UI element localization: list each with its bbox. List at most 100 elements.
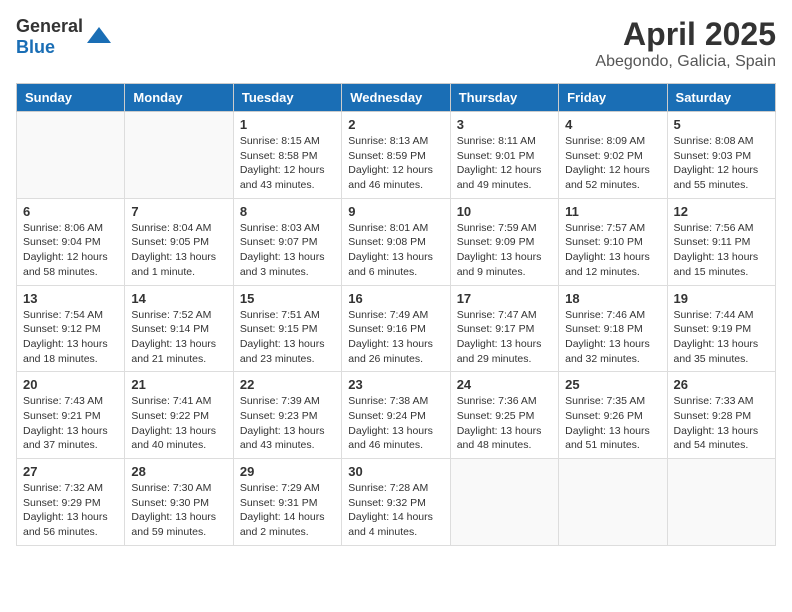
calendar-cell: 18 Sunrise: 7:46 AM Sunset: 9:18 PM Dayli… xyxy=(559,285,667,372)
calendar-cell: 19 Sunrise: 7:44 AM Sunset: 9:19 PM Dayli… xyxy=(667,285,775,372)
calendar-cell: 5 Sunrise: 8:08 AM Sunset: 9:03 PM Daylig… xyxy=(667,112,775,199)
calendar-cell: 4 Sunrise: 8:09 AM Sunset: 9:02 PM Daylig… xyxy=(559,112,667,199)
day-detail: Sunrise: 7:43 AM Sunset: 9:21 PM Dayligh… xyxy=(23,394,118,453)
day-number: 17 xyxy=(457,291,552,306)
calendar-cell: 9 Sunrise: 8:01 AM Sunset: 9:08 PM Daylig… xyxy=(342,198,450,285)
day-detail: Sunrise: 7:46 AM Sunset: 9:18 PM Dayligh… xyxy=(565,308,660,367)
calendar-week-4: 20Sunrise: 7:43 AM Sunset: 9:21 PM Dayli… xyxy=(17,372,776,459)
day-detail: Sunrise: 7:38 AM Sunset: 9:24 PM Dayligh… xyxy=(348,394,443,453)
calendar-cell: 27Sunrise: 7:32 AM Sunset: 9:29 PM Dayli… xyxy=(17,459,125,546)
calendar-week-2: 6 Sunrise: 8:06 AM Sunset: 9:04 PM Daylig… xyxy=(17,198,776,285)
calendar-cell: 15 Sunrise: 7:51 AM Sunset: 9:15 PM Dayli… xyxy=(233,285,341,372)
day-number: 1 xyxy=(240,117,335,132)
day-detail: Sunrise: 7:28 AM Sunset: 9:32 PM Dayligh… xyxy=(348,481,443,540)
day-number: 19 xyxy=(674,291,769,306)
calendar-week-3: 13Sunrise: 7:54 AM Sunset: 9:12 PM Dayli… xyxy=(17,285,776,372)
day-detail: Sunrise: 7:59 AM Sunset: 9:09 PM Dayligh… xyxy=(457,221,552,280)
calendar-cell: 29 Sunrise: 7:29 AM Sunset: 9:31 PM Dayli… xyxy=(233,459,341,546)
day-number: 6 xyxy=(23,204,118,219)
day-detail: Sunrise: 8:13 AM Sunset: 8:59 PM Dayligh… xyxy=(348,134,443,193)
day-number: 7 xyxy=(131,204,226,219)
day-detail: Sunrise: 7:33 AM Sunset: 9:28 PM Dayligh… xyxy=(674,394,769,453)
day-number: 11 xyxy=(565,204,660,219)
day-number: 23 xyxy=(348,377,443,392)
calendar-cell: 11Sunrise: 7:57 AM Sunset: 9:10 PM Dayli… xyxy=(559,198,667,285)
calendar-body: 1 Sunrise: 8:15 AM Sunset: 8:58 PM Daylig… xyxy=(17,112,776,546)
day-detail: Sunrise: 7:32 AM Sunset: 9:29 PM Dayligh… xyxy=(23,481,118,540)
page-header: General Blue April 2025 Abegondo, Galici… xyxy=(16,16,776,71)
day-number: 28 xyxy=(131,464,226,479)
day-number: 16 xyxy=(348,291,443,306)
calendar-cell: 14 Sunrise: 7:52 AM Sunset: 9:14 PM Dayli… xyxy=(125,285,233,372)
calendar-cell xyxy=(559,459,667,546)
day-number: 5 xyxy=(674,117,769,132)
calendar-cell: 20Sunrise: 7:43 AM Sunset: 9:21 PM Dayli… xyxy=(17,372,125,459)
col-header-monday: Monday xyxy=(125,84,233,112)
day-detail: Sunrise: 8:06 AM Sunset: 9:04 PM Dayligh… xyxy=(23,221,118,280)
day-detail: Sunrise: 7:44 AM Sunset: 9:19 PM Dayligh… xyxy=(674,308,769,367)
calendar-cell: 22 Sunrise: 7:39 AM Sunset: 9:23 PM Dayli… xyxy=(233,372,341,459)
calendar-cell: 3 Sunrise: 8:11 AM Sunset: 9:01 PM Daylig… xyxy=(450,112,558,199)
calendar-cell: 30Sunrise: 7:28 AM Sunset: 9:32 PM Dayli… xyxy=(342,459,450,546)
day-detail: Sunrise: 7:36 AM Sunset: 9:25 PM Dayligh… xyxy=(457,394,552,453)
day-number: 26 xyxy=(674,377,769,392)
day-number: 4 xyxy=(565,117,660,132)
calendar-header: SundayMondayTuesdayWednesdayThursdayFrid… xyxy=(17,84,776,112)
calendar-cell: 24Sunrise: 7:36 AM Sunset: 9:25 PM Dayli… xyxy=(450,372,558,459)
day-detail: Sunrise: 8:15 AM Sunset: 8:58 PM Dayligh… xyxy=(240,134,335,193)
calendar-cell: 25Sunrise: 7:35 AM Sunset: 9:26 PM Dayli… xyxy=(559,372,667,459)
logo-blue: Blue xyxy=(16,37,55,57)
calendar-cell xyxy=(125,112,233,199)
calendar-cell: 21Sunrise: 7:41 AM Sunset: 9:22 PM Dayli… xyxy=(125,372,233,459)
col-header-sunday: Sunday xyxy=(17,84,125,112)
day-detail: Sunrise: 8:04 AM Sunset: 9:05 PM Dayligh… xyxy=(131,221,226,280)
calendar-week-1: 1 Sunrise: 8:15 AM Sunset: 8:58 PM Daylig… xyxy=(17,112,776,199)
col-header-thursday: Thursday xyxy=(450,84,558,112)
day-number: 12 xyxy=(674,204,769,219)
calendar-cell: 26 Sunrise: 7:33 AM Sunset: 9:28 PM Dayli… xyxy=(667,372,775,459)
day-detail: Sunrise: 7:47 AM Sunset: 9:17 PM Dayligh… xyxy=(457,308,552,367)
calendar-cell: 7 Sunrise: 8:04 AM Sunset: 9:05 PM Daylig… xyxy=(125,198,233,285)
calendar-cell: 2Sunrise: 8:13 AM Sunset: 8:59 PM Daylig… xyxy=(342,112,450,199)
day-number: 9 xyxy=(348,204,443,219)
day-number: 22 xyxy=(240,377,335,392)
calendar-cell: 23 Sunrise: 7:38 AM Sunset: 9:24 PM Dayli… xyxy=(342,372,450,459)
day-detail: Sunrise: 7:29 AM Sunset: 9:31 PM Dayligh… xyxy=(240,481,335,540)
calendar-cell: 8Sunrise: 8:03 AM Sunset: 9:07 PM Daylig… xyxy=(233,198,341,285)
day-detail: Sunrise: 7:49 AM Sunset: 9:16 PM Dayligh… xyxy=(348,308,443,367)
day-detail: Sunrise: 7:51 AM Sunset: 9:15 PM Dayligh… xyxy=(240,308,335,367)
day-number: 29 xyxy=(240,464,335,479)
calendar-cell: 13Sunrise: 7:54 AM Sunset: 9:12 PM Dayli… xyxy=(17,285,125,372)
day-detail: Sunrise: 8:11 AM Sunset: 9:01 PM Dayligh… xyxy=(457,134,552,193)
day-detail: Sunrise: 8:08 AM Sunset: 9:03 PM Dayligh… xyxy=(674,134,769,193)
calendar-cell xyxy=(17,112,125,199)
logo-text: General Blue xyxy=(16,16,83,58)
day-number: 8 xyxy=(240,204,335,219)
day-detail: Sunrise: 7:52 AM Sunset: 9:14 PM Dayligh… xyxy=(131,308,226,367)
subtitle: Abegondo, Galicia, Spain xyxy=(595,53,776,71)
day-number: 25 xyxy=(565,377,660,392)
col-header-tuesday: Tuesday xyxy=(233,84,341,112)
col-header-friday: Friday xyxy=(559,84,667,112)
main-title: April 2025 xyxy=(595,16,776,53)
day-number: 18 xyxy=(565,291,660,306)
calendar-cell xyxy=(450,459,558,546)
calendar-cell: 17 Sunrise: 7:47 AM Sunset: 9:17 PM Dayli… xyxy=(450,285,558,372)
day-number: 15 xyxy=(240,291,335,306)
calendar-table: SundayMondayTuesdayWednesdayThursdayFrid… xyxy=(16,83,776,546)
day-detail: Sunrise: 8:09 AM Sunset: 9:02 PM Dayligh… xyxy=(565,134,660,193)
calendar-cell: 10 Sunrise: 7:59 AM Sunset: 9:09 PM Dayli… xyxy=(450,198,558,285)
day-number: 10 xyxy=(457,204,552,219)
day-detail: Sunrise: 7:39 AM Sunset: 9:23 PM Dayligh… xyxy=(240,394,335,453)
logo: General Blue xyxy=(16,16,113,58)
day-detail: Sunrise: 7:56 AM Sunset: 9:11 PM Dayligh… xyxy=(674,221,769,280)
day-number: 3 xyxy=(457,117,552,132)
calendar-cell: 1 Sunrise: 8:15 AM Sunset: 8:58 PM Daylig… xyxy=(233,112,341,199)
title-block: April 2025 Abegondo, Galicia, Spain xyxy=(595,16,776,71)
day-detail: Sunrise: 8:01 AM Sunset: 9:08 PM Dayligh… xyxy=(348,221,443,280)
calendar-cell: 12 Sunrise: 7:56 AM Sunset: 9:11 PM Dayli… xyxy=(667,198,775,285)
day-detail: Sunrise: 7:54 AM Sunset: 9:12 PM Dayligh… xyxy=(23,308,118,367)
day-number: 14 xyxy=(131,291,226,306)
day-number: 21 xyxy=(131,377,226,392)
calendar-cell: 28Sunrise: 7:30 AM Sunset: 9:30 PM Dayli… xyxy=(125,459,233,546)
